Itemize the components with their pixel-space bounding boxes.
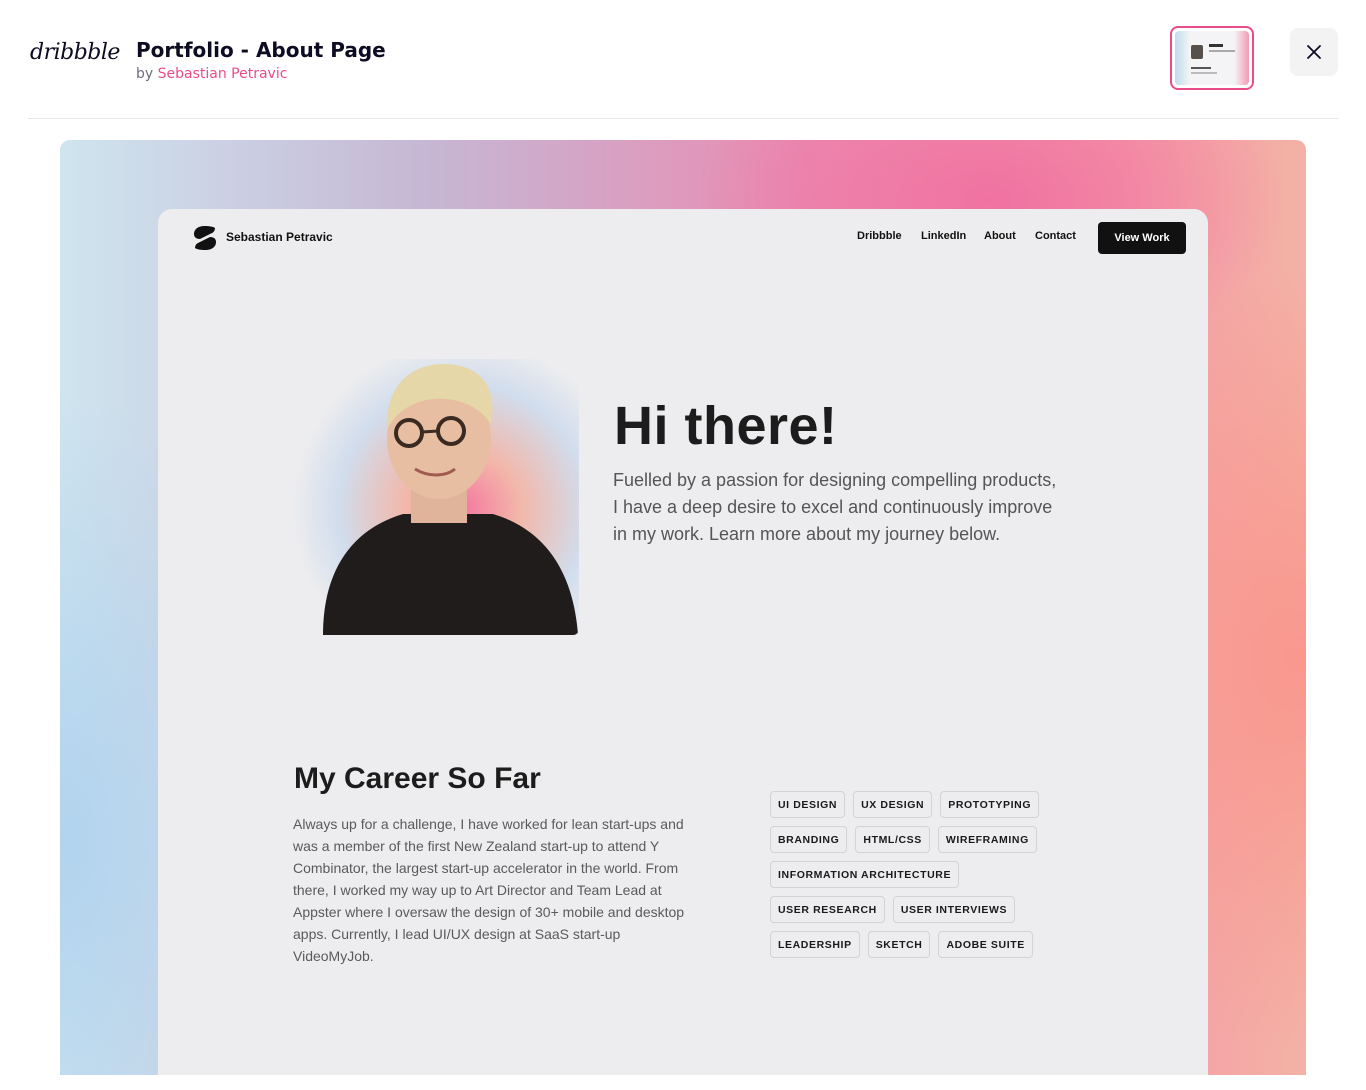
site-logo-icon	[194, 226, 216, 250]
nav-contact: Contact	[1035, 230, 1076, 242]
skill-tag: UX DESIGN	[853, 791, 933, 818]
person-illustration	[323, 364, 578, 635]
skill-tag: WIREFRAMING	[937, 826, 1037, 853]
portfolio-mockup: Sebastian Petravic Dribbble LinkedIn Abo…	[158, 209, 1208, 1075]
career-text: Always up for a challenge, I have worked…	[293, 816, 685, 964]
portrait-photo	[293, 359, 579, 635]
tag-row: UI DESIGN UX DESIGN PROTOTYPING	[770, 791, 1060, 818]
view-work-button: View Work	[1098, 222, 1186, 254]
nav-dribbble: Dribbble	[857, 230, 902, 242]
tag-row: USER RESEARCH USER INTERVIEWS	[770, 896, 1060, 923]
author-link[interactable]: Sebastian Petravic	[158, 66, 288, 82]
close-button[interactable]	[1290, 28, 1338, 76]
tag-row: LEADERSHIP SKETCH ADOBE SUITE	[770, 931, 1060, 958]
thumbnail-preview	[1175, 31, 1249, 85]
hero-title: Hi there!	[614, 396, 838, 456]
skill-tag: LEADERSHIP	[770, 931, 860, 958]
skill-tag: PROTOTYPING	[940, 791, 1040, 818]
skill-tag: INFORMATION ARCHITECTURE	[770, 861, 960, 888]
tag-row: INFORMATION ARCHITECTURE	[770, 861, 1060, 888]
skill-tag: USER INTERVIEWS	[892, 896, 1016, 923]
header-divider	[28, 118, 1338, 119]
shot-image: Sebastian Petravic Dribbble LinkedIn Abo…	[60, 140, 1306, 1075]
skill-tag: BRANDING	[770, 826, 848, 853]
skill-tag: UI DESIGN	[770, 791, 846, 818]
shot-thumbnail[interactable]	[1170, 26, 1254, 90]
career-title: My Career So Far	[294, 762, 541, 795]
hero-text: Fuelled by a passion for designing compe…	[613, 470, 1057, 544]
nav-about: About	[984, 230, 1016, 242]
by-prefix: by	[136, 66, 154, 82]
skill-tag: USER RESEARCH	[770, 896, 885, 923]
shot-byline: by Sebastian Petravic	[136, 66, 287, 82]
dribbble-logo[interactable]: dribbble	[30, 40, 120, 65]
skill-tags: UI DESIGN UX DESIGN PROTOTYPING BRANDING…	[770, 791, 1060, 966]
nav-linkedin: LinkedIn	[921, 230, 967, 242]
skill-tag: SKETCH	[867, 931, 931, 958]
skill-tag: ADOBE SUITE	[938, 931, 1033, 958]
site-name: Sebastian Petravic	[226, 230, 333, 244]
close-icon	[1307, 45, 1321, 59]
skill-tag: HTML/CSS	[855, 826, 930, 853]
tag-row: BRANDING HTML/CSS WIREFRAMING	[770, 826, 1060, 853]
shot-title: Portfolio - About Page	[136, 38, 386, 62]
